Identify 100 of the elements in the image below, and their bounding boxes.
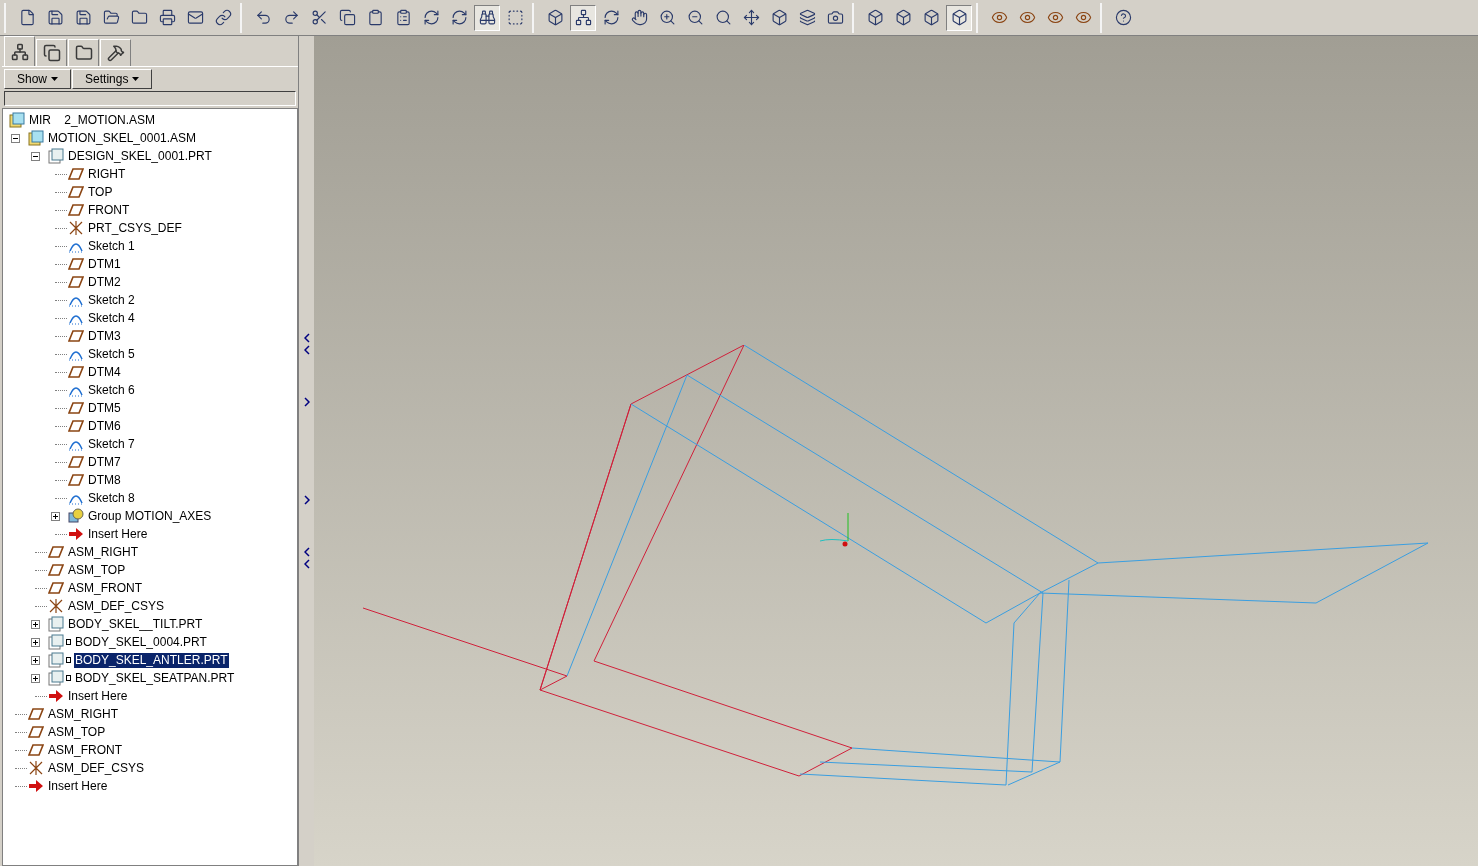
- tree-item[interactable]: BODY_SKEL_ANTLER.PRT: [74, 652, 229, 668]
- part-icon: [48, 634, 64, 650]
- toolbar-button[interactable]: [474, 4, 500, 31]
- layers-icon: [798, 9, 816, 26]
- coordinate-system-icon: [48, 598, 64, 614]
- datum-plane-icon: [68, 474, 84, 486]
- save-icon: [46, 9, 64, 26]
- model-tree-icon: [10, 42, 29, 61]
- tools-icon: [106, 44, 125, 62]
- tree-item[interactable]: DESIGN_SKEL_0001.PRT: [67, 148, 213, 164]
- toolbar-button[interactable]: [570, 4, 596, 31]
- tree-item[interactable]: ASM_FRONT: [67, 580, 143, 596]
- zoom-out-icon: [686, 9, 704, 26]
- part-icon: [48, 148, 64, 164]
- collapse-arrows-icon: [303, 332, 310, 356]
- zoom-in-icon: [658, 9, 676, 26]
- tree-item[interactable]: BODY_SKEL_0004.PRT: [74, 634, 208, 650]
- envelope-icon: [186, 9, 204, 26]
- assembly-icon: [9, 112, 25, 128]
- part-icon: [48, 616, 64, 632]
- tree-item[interactable]: DTM1: [87, 256, 122, 272]
- redo-icon: [282, 9, 300, 26]
- expander[interactable]: [31, 637, 40, 647]
- group-icon: [68, 508, 84, 524]
- datum-plane-icon: [48, 582, 64, 594]
- tree-item[interactable]: DTM8: [87, 472, 122, 488]
- panel-tab[interactable]: [4, 36, 35, 66]
- pan-icon: [630, 9, 648, 26]
- tree-item[interactable]: DTM2: [87, 274, 122, 290]
- tree-item[interactable]: MOTION_SKEL_0001.ASM: [47, 130, 198, 146]
- panel-tab[interactable]: [36, 39, 67, 66]
- tree-item[interactable]: MIR 2_MOTION.ASM: [28, 112, 156, 128]
- datum-plane-icon: [68, 186, 84, 198]
- tree-item[interactable]: ASM_RIGHT: [47, 706, 119, 722]
- panel-tab[interactable]: [100, 39, 131, 66]
- tree-item[interactable]: ASM_FRONT: [47, 742, 123, 758]
- tree-item[interactable]: DTM3: [87, 328, 122, 344]
- expander[interactable]: [11, 133, 20, 143]
- caret-icon: [51, 77, 59, 81]
- cut-icon: [310, 9, 328, 26]
- expand-arrows-icon: [303, 396, 310, 506]
- tree-item[interactable]: PRT_CSYS_DEF: [87, 220, 183, 236]
- tree-item[interactable]: TOP: [87, 184, 114, 200]
- tree-item[interactable]: Insert Here: [67, 688, 129, 704]
- tree-item[interactable]: RIGHT: [87, 166, 127, 182]
- open-folder-icon: [102, 9, 120, 26]
- tree-item[interactable]: DTM6: [87, 418, 122, 434]
- tree-item[interactable]: ASM_TOP: [47, 724, 107, 740]
- menu-button[interactable]: Show: [4, 69, 72, 89]
- collapse-arrows-icon: [303, 546, 310, 570]
- expander[interactable]: [51, 511, 60, 521]
- tree-item[interactable]: Sketch 8: [87, 490, 136, 506]
- tree-item[interactable]: ASM_TOP: [67, 562, 127, 578]
- help-icon: [1114, 9, 1132, 26]
- tree-item[interactable]: BODY_SKEL_SEATPAN.PRT: [74, 670, 236, 686]
- paste-icon: [366, 9, 384, 26]
- datum-plane-icon: [28, 744, 44, 756]
- datum-plane-icon: [68, 366, 84, 378]
- expander[interactable]: [31, 673, 40, 683]
- plus-icon: [52, 512, 59, 520]
- tree-item[interactable]: Sketch 6: [87, 382, 136, 398]
- tree-item[interactable]: Sketch 1: [87, 238, 136, 254]
- tree-item[interactable]: DTM5: [87, 400, 122, 416]
- plus-icon: [32, 656, 39, 664]
- expander[interactable]: [31, 151, 40, 161]
- tree-item[interactable]: Group MOTION_AXES: [87, 508, 213, 524]
- tree-item[interactable]: Sketch 4: [87, 310, 136, 326]
- menu-button[interactable]: Settings: [72, 69, 153, 89]
- insert-arrow-icon: [48, 689, 64, 703]
- tree-item[interactable]: Insert Here: [87, 526, 149, 542]
- tree-item[interactable]: Insert Here: [47, 778, 109, 794]
- coordinate-system-icon: [28, 760, 44, 776]
- datum-plane-icon: [68, 330, 84, 342]
- tree-item[interactable]: FRONT: [87, 202, 131, 218]
- tree-item[interactable]: Sketch 7: [87, 436, 136, 452]
- expander[interactable]: [31, 655, 40, 665]
- tree-item[interactable]: DTM4: [87, 364, 122, 380]
- undo-icon: [254, 9, 272, 26]
- tree-item[interactable]: ASM_DEF_CSYS: [67, 598, 166, 614]
- tree-item[interactable]: Sketch 5: [87, 346, 136, 362]
- selection-box-icon: [506, 9, 524, 26]
- coordinate-system-icon: [68, 220, 84, 236]
- tree-item[interactable]: ASM_DEF_CSYS: [47, 760, 146, 776]
- plus-icon: [32, 620, 39, 628]
- tree-item[interactable]: BODY_SKEL__TILT.PRT: [67, 616, 204, 632]
- tree-item[interactable]: ASM_RIGHT: [67, 544, 139, 560]
- toolbar-button[interactable]: [946, 4, 972, 31]
- part-icon: [48, 652, 64, 668]
- plus-icon: [32, 674, 39, 682]
- datum-plane-icon: [68, 204, 84, 216]
- tree-item[interactable]: Sketch 2: [87, 292, 136, 308]
- panel-tab[interactable]: [68, 39, 99, 66]
- tree-item[interactable]: DTM7: [87, 454, 122, 470]
- input-field[interactable]: [4, 91, 296, 106]
- part-icon: [48, 670, 64, 686]
- datum-plane-icon: [68, 402, 84, 414]
- binoculars-icon: [478, 9, 496, 26]
- expander[interactable]: [31, 619, 40, 629]
- insert-arrow-icon: [68, 527, 84, 541]
- assembly-icon: [28, 130, 44, 146]
